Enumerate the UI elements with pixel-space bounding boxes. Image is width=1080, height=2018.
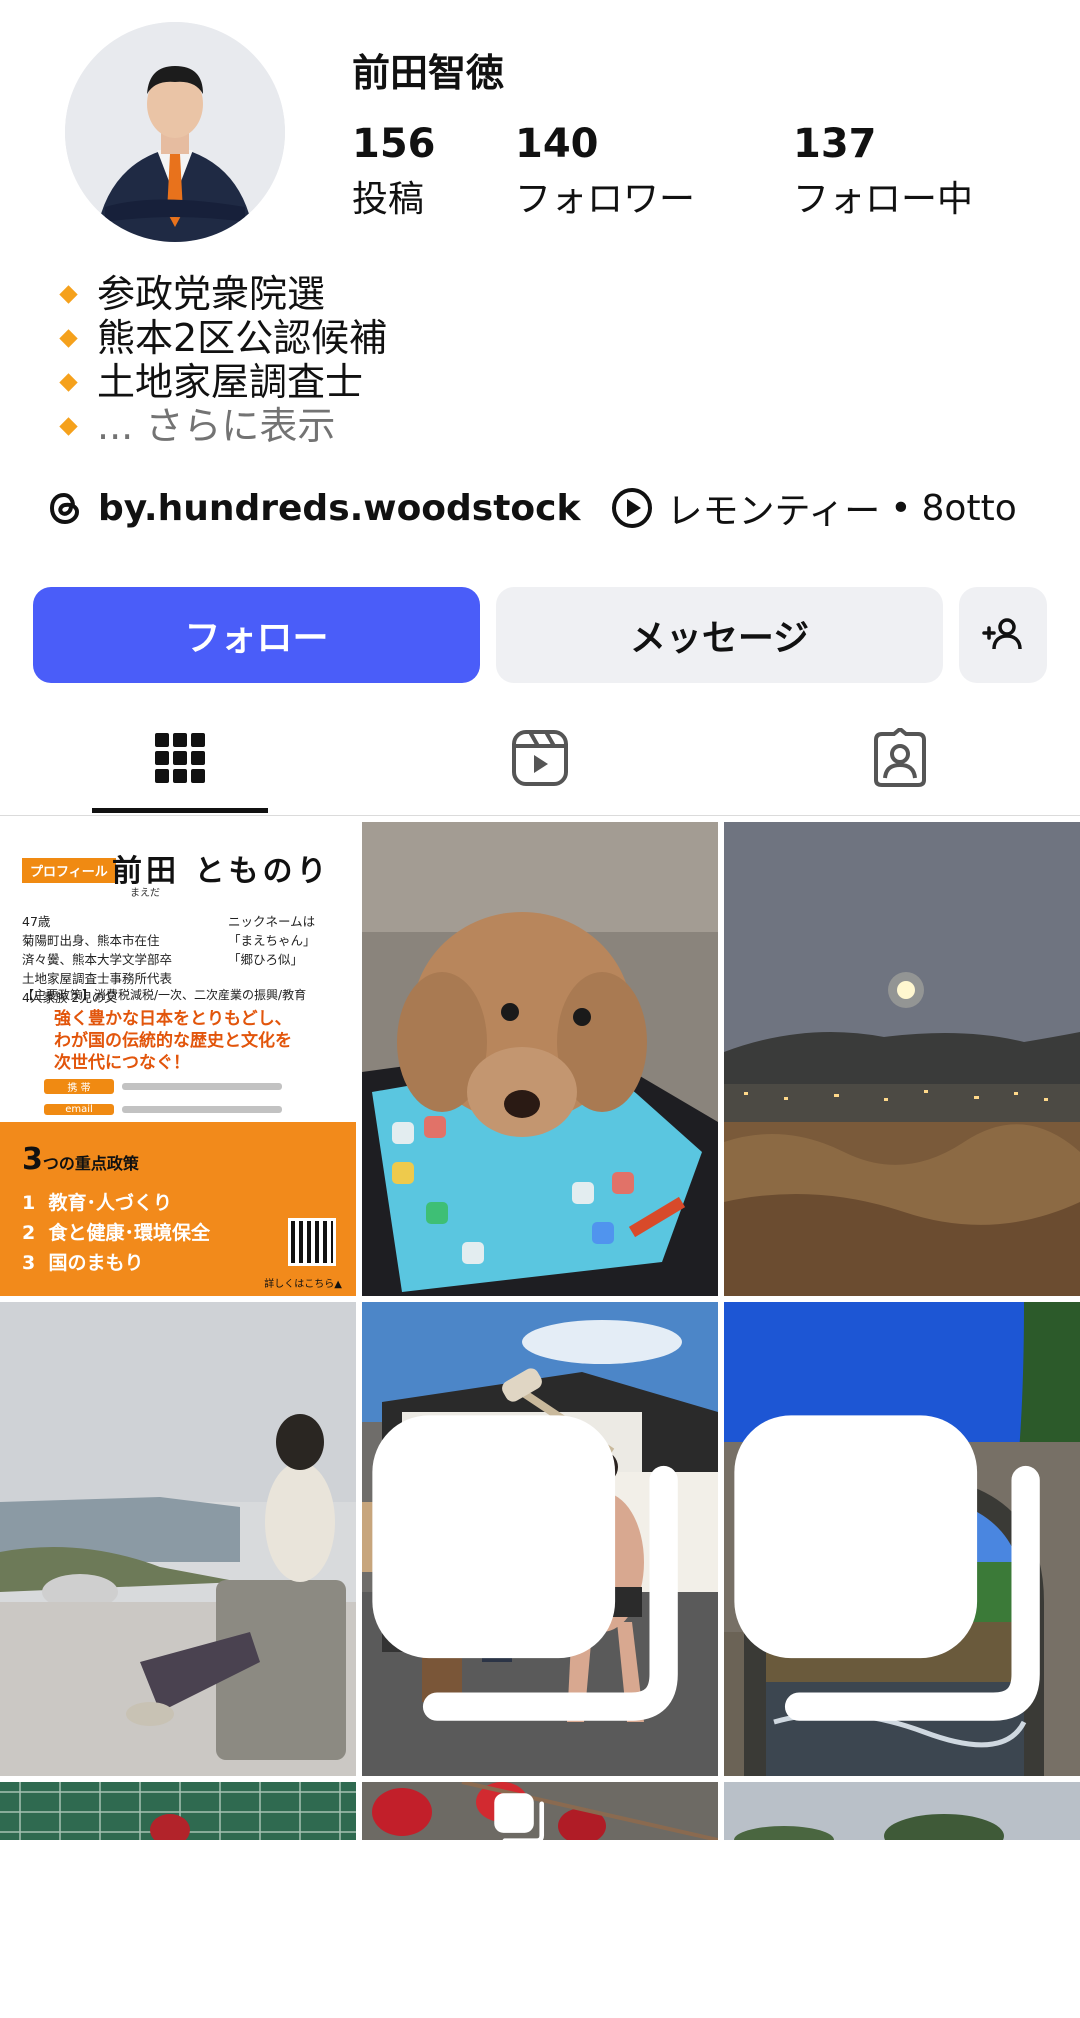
bio: 参政党衆院選 熊本2区公認候補 土地家屋調査士 ... さらに表示 xyxy=(59,272,388,448)
tab-reels[interactable] xyxy=(452,700,628,816)
following-label: フォロー中 xyxy=(793,179,974,220)
card-nickname: ニックネームは 「まえちゃん」 「郷ひろ似」 xyxy=(228,914,316,967)
followers-label: フォロワー xyxy=(515,179,696,220)
following-stat[interactable]: 137 フォロー中 xyxy=(793,120,973,224)
reels-icon xyxy=(512,730,568,786)
following-count: 137 xyxy=(793,121,877,167)
card-policy: 【主要政策】消費税減税/一次、二次産業の振興/教育 xyxy=(22,988,307,1002)
post-tile-girl-seaside[interactable] xyxy=(0,1302,356,1776)
card-policies-panel: 3つの重点政策 1 教育･人づくり 2 食と健康･環境保全 3 国のまもり 詳し… xyxy=(0,1122,356,1296)
bio-text: 熊本2区公認候補 xyxy=(97,316,388,360)
girl-seaside-photo xyxy=(0,1302,356,1776)
bio-more-link[interactable]: ... さらに表示 xyxy=(59,404,387,448)
card-email-label: email xyxy=(44,1103,114,1115)
post-tile-cloudy-trees[interactable] xyxy=(724,1782,1080,1840)
message-button[interactable]: メッセージ xyxy=(496,587,943,683)
batting-cage-photo xyxy=(0,1782,356,1840)
qr-code-icon xyxy=(288,1218,336,1266)
redacted-phone xyxy=(122,1082,282,1090)
carousel-multi-icon xyxy=(494,1793,545,1840)
carousel-multi-icon xyxy=(372,1415,678,1721)
post-tile-red-leaves[interactable] xyxy=(362,1782,718,1840)
diamond-bullet-icon xyxy=(59,372,78,392)
followers-stat[interactable]: 140 フォロワー xyxy=(515,120,695,224)
posts-count: 156 xyxy=(352,121,436,167)
card-more-text: 詳しくはこちら▲ xyxy=(264,1279,342,1290)
post-tile-batting-cage[interactable] xyxy=(0,1782,356,1840)
posts-stat[interactable]: 156 投稿 xyxy=(352,120,436,224)
bio-more-text: ... さらに表示 xyxy=(97,404,336,448)
card-policies-num: 3 xyxy=(22,1142,43,1177)
add-person-icon xyxy=(982,618,1022,650)
tab-tagged[interactable] xyxy=(812,700,988,816)
active-tab-indicator xyxy=(92,808,268,813)
followers-count: 140 xyxy=(515,121,599,167)
card-policies-title: 3つの重点政策 xyxy=(22,1142,139,1177)
profile-links: by.hundreds.woodstock レモンティー • 8otto xyxy=(44,482,1017,534)
music-artist[interactable]: 8otto xyxy=(922,488,1017,529)
card-contact: 携 帯 email xyxy=(44,1076,314,1122)
music-separator: • xyxy=(890,487,912,529)
card-ruby: まえだ xyxy=(130,888,160,899)
post-tile-profile-card[interactable]: プロフィール 前田 とものり まえだ 47歳 菊陽町出身、熊本市在住 済々黌、熊… xyxy=(0,822,356,1296)
bio-text: 参政党衆院選 xyxy=(97,272,326,316)
bio-line: 熊本2区公認候補 xyxy=(59,316,388,360)
card-phone-label: 携 帯 xyxy=(44,1078,114,1094)
profile-name: 前田智徳 xyxy=(352,51,505,95)
threads-handle-link[interactable]: by.hundreds.woodstock xyxy=(98,488,580,529)
diamond-bullet-icon xyxy=(59,328,78,348)
redacted-email xyxy=(122,1105,282,1113)
post-tile-mochi-pounding[interactable] xyxy=(362,1302,718,1776)
grid-icon xyxy=(155,733,205,783)
card-tag: プロフィール xyxy=(22,858,116,883)
post-tile-dog-tablet[interactable] xyxy=(362,822,718,1296)
moon-town-photo xyxy=(724,822,1080,1296)
bio-line: 土地家屋調査士 xyxy=(59,360,387,404)
bio-line: 参政党衆院選 xyxy=(59,272,387,316)
posts-label: 投稿 xyxy=(352,179,425,220)
post-tile-stone-bridge[interactable] xyxy=(724,1302,1080,1776)
tagged-icon xyxy=(874,728,926,787)
bio-text: 土地家屋調査士 xyxy=(97,360,364,404)
play-circle-icon xyxy=(612,488,653,528)
cloudy-trees-photo xyxy=(724,1782,1080,1840)
dog-tablet-photo xyxy=(362,822,718,1296)
profile-tabs xyxy=(0,700,1080,816)
add-person-button[interactable] xyxy=(959,587,1047,683)
music-song[interactable]: レモンティー xyxy=(666,482,880,534)
threads-icon xyxy=(49,492,80,525)
card-policies-title-text: つの重点政策 xyxy=(42,1154,139,1173)
card-slogan: 強く豊かな日本をとりもどし、 わが国の伝統的な歴史と文化を 次世代につなぐ！ xyxy=(54,1009,292,1073)
profile-avatar[interactable] xyxy=(65,22,285,242)
diamond-bullet-icon xyxy=(59,284,78,304)
card-policies-list: 1 教育･人づくり 2 食と健康･環境保全 3 国のまもり xyxy=(22,1192,210,1274)
follow-button[interactable]: フォロー xyxy=(33,587,480,683)
carousel-multi-icon xyxy=(734,1415,1040,1721)
tab-posts-grid[interactable] xyxy=(92,700,268,816)
diamond-bullet-icon xyxy=(59,416,78,436)
post-tile-moon-town[interactable] xyxy=(724,822,1080,1296)
